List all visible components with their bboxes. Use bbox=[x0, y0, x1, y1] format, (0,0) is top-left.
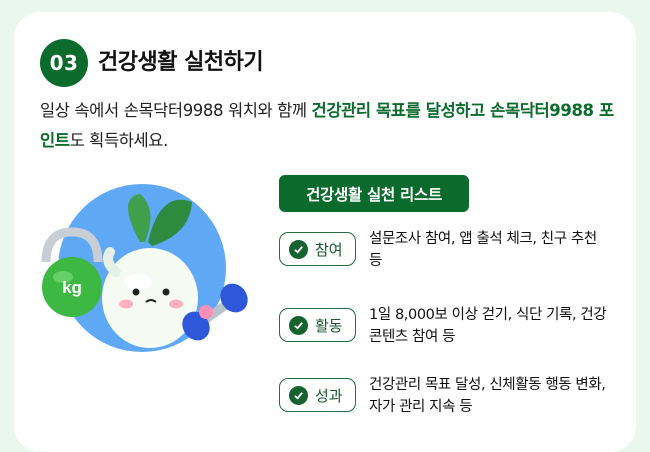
item-description: 설문조사 참여, 앱 출석 체크, 친구 추천 등 bbox=[369, 231, 597, 269]
list-item: 참여 설문조사 참여, 앱 출석 체크, 친구 추천 등 bbox=[279, 231, 609, 282]
description-text: 일상 속에서 손목닥터9988 워치와 함께 bbox=[40, 101, 312, 120]
participation-tag: 참여 bbox=[279, 232, 356, 266]
description-text-end: 도 획득하세요. bbox=[69, 131, 169, 150]
health-illustration: kg bbox=[41, 184, 248, 352]
item-description: 1일 8,000보 이상 걷기, 식단 기록, 건강 콘텐츠 참여 등 bbox=[369, 307, 607, 345]
list-item: 활동 1일 8,000보 이상 걷기, 식단 기록, 건강 콘텐츠 참여 등 bbox=[279, 307, 609, 358]
practice-list-title: 건강생활 실천 리스트 bbox=[279, 175, 469, 212]
check-icon bbox=[289, 315, 308, 335]
section-description: 일상 속에서 손목닥터9988 워치와 함께 건강관리 목표를 달성하고 손목닥… bbox=[40, 96, 620, 156]
tag-label: 활동 bbox=[315, 316, 343, 335]
tag-label: 참여 bbox=[315, 240, 343, 259]
check-icon bbox=[289, 239, 308, 259]
check-icon bbox=[289, 385, 308, 405]
list-item: 성과 건강관리 목표 달성, 신체활동 행동 변화, 자가 관리 지속 등 bbox=[279, 377, 609, 428]
section-title: 건강생활 실천하기 bbox=[98, 50, 264, 75]
radish-character-icon bbox=[102, 247, 198, 348]
weight-label: kg bbox=[62, 278, 82, 297]
step-number-badge: 03 bbox=[40, 39, 88, 87]
tag-label: 성과 bbox=[315, 386, 343, 405]
activity-tag: 활동 bbox=[279, 308, 356, 342]
achievement-tag: 성과 bbox=[279, 378, 356, 412]
item-description: 건강관리 목표 달성, 신체활동 행동 변화, 자가 관리 지속 등 bbox=[369, 377, 606, 415]
